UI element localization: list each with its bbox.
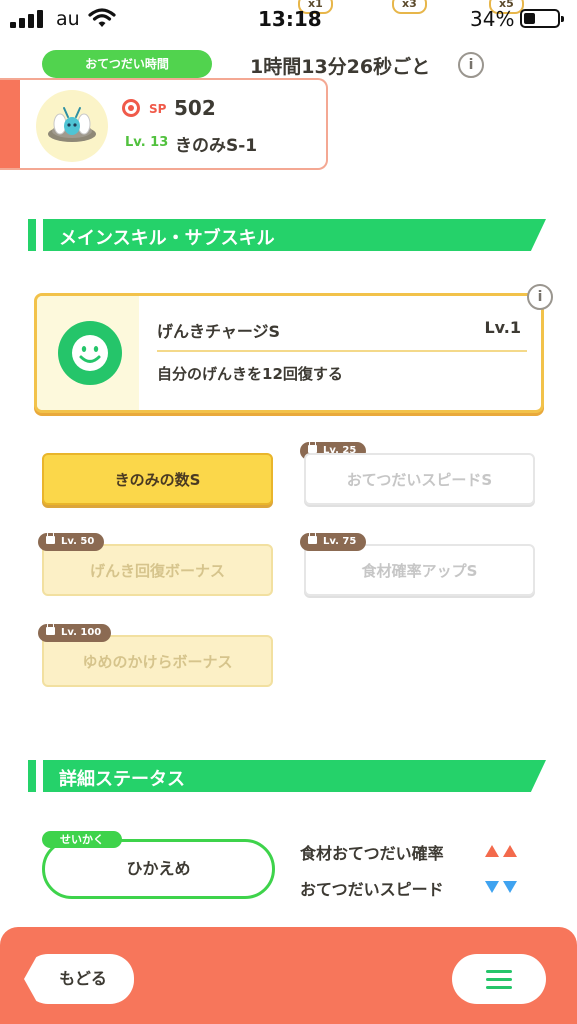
double-down-arrow-icon: [485, 881, 517, 893]
wifi-icon: [88, 8, 116, 27]
card-accent-stripe: [0, 80, 20, 168]
sp-icon: [122, 99, 140, 117]
cellular-signal-icon: [10, 10, 46, 28]
help-interval-value: 1時間13分26秒ごと: [250, 56, 431, 78]
lock-level-tag: Lv. 50: [38, 531, 105, 551]
help-info-button[interactable]: i: [458, 52, 484, 78]
pokemon-avatar: [36, 90, 108, 162]
back-button[interactable]: もどる: [24, 954, 134, 1004]
nature-effect-up-label: 食材おてつだい確率: [300, 844, 444, 863]
section-title: メインスキル・サブスキル: [59, 228, 275, 249]
subskill-button[interactable]: きのみの数S: [42, 453, 273, 505]
lock-icon: [308, 531, 317, 544]
section-title: 詳細ステータス: [59, 769, 185, 790]
help-time-label: おてつだい時間: [42, 50, 212, 78]
subskill-button-locked[interactable]: げんき回復ボーナス: [42, 544, 273, 596]
pokemon-sprite-icon: [48, 107, 96, 142]
main-skill-description: 自分のげんきを12回復する: [157, 365, 343, 383]
lock-icon: [46, 622, 55, 635]
main-skill-name: げんきチャージS: [157, 322, 281, 341]
lock-level-tag: Lv. 100: [38, 622, 112, 642]
pokemon-level: Lv. 13: [125, 135, 169, 150]
subskill-button-locked[interactable]: おてつだいスピードS: [304, 453, 535, 505]
divider: [157, 350, 527, 352]
carrier-label: au: [56, 8, 80, 30]
sp-label: SP: [149, 102, 167, 116]
menu-button[interactable]: [452, 954, 546, 1004]
smile-face-icon: [58, 321, 122, 385]
pokemon-card[interactable]: SP 502 Lv. 13 きのみS-1: [0, 78, 328, 170]
nature-value[interactable]: ひかえめ: [42, 839, 275, 899]
lock-icon: [46, 531, 55, 544]
main-skill-card[interactable]: げんきチャージS Lv.1 自分のげんきを12回復する: [34, 293, 544, 413]
nature-effect-down-label: おてつだいスピード: [300, 880, 444, 899]
details-section-header: 詳細ステータス: [28, 760, 546, 792]
status-bar: au x1 13:18 x3 x5 34%: [0, 0, 577, 36]
lock-icon: [308, 440, 317, 453]
battery-percentage: 34%: [470, 7, 515, 31]
battery-icon: [520, 9, 564, 28]
main-skill-level: Lv.1: [484, 318, 521, 337]
sp-value: 502: [174, 96, 216, 120]
double-up-arrow-icon: [485, 845, 517, 857]
subskill-button-locked[interactable]: 食材確率アップS: [304, 544, 535, 596]
pokemon-name: きのみS-1: [175, 136, 258, 156]
subskill-button-locked[interactable]: ゆめのかけらボーナス: [42, 635, 273, 687]
nature-tag: せいかく: [42, 831, 122, 848]
skills-section-header: メインスキル・サブスキル: [28, 219, 546, 251]
clock: 13:18: [258, 7, 322, 31]
lock-level-tag: Lv. 75: [300, 531, 367, 551]
main-skill-info-button[interactable]: i: [527, 284, 553, 310]
multiplier-tag: x3: [392, 0, 427, 14]
